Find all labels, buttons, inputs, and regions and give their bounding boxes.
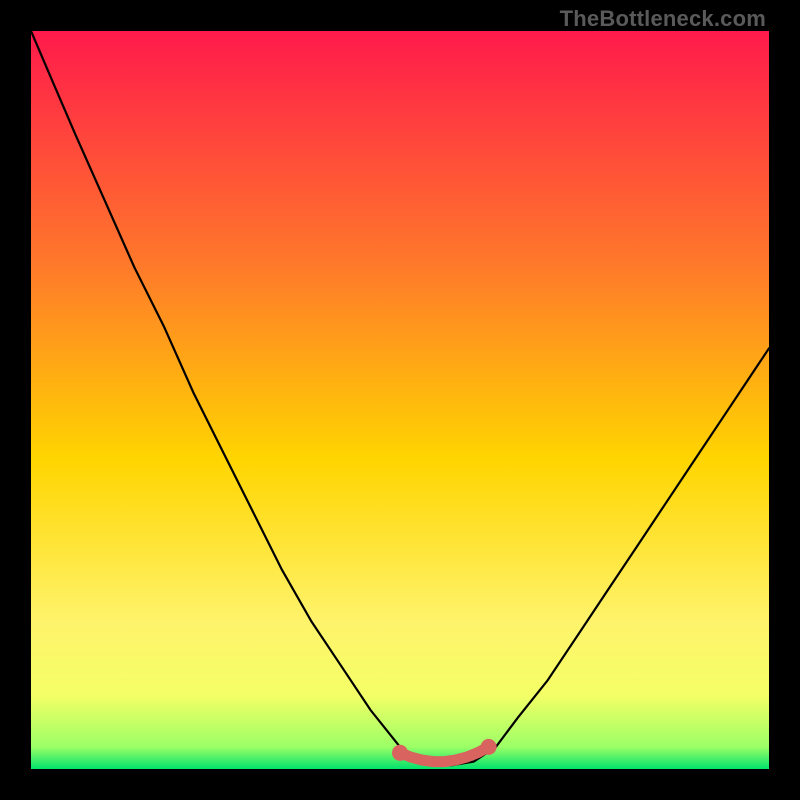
- chart-svg: [31, 31, 769, 769]
- gradient-background: [31, 31, 769, 769]
- watermark-text: TheBottleneck.com: [560, 6, 766, 32]
- marker-dot: [392, 745, 408, 761]
- marker-dot: [481, 739, 497, 755]
- plot-area: [31, 31, 769, 769]
- chart-frame: TheBottleneck.com: [0, 0, 800, 800]
